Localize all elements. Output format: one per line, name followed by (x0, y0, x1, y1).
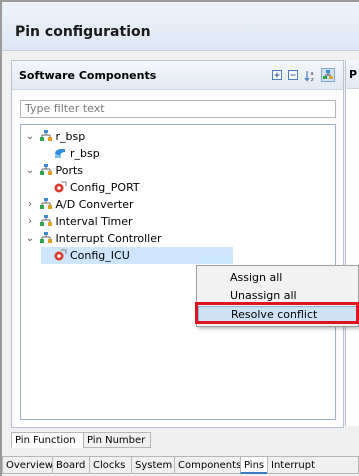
page-title: Pin configuration (15, 24, 151, 40)
config-icon (53, 248, 67, 262)
page-header: Pin configuration (2, 2, 359, 50)
filter-input[interactable]: Type filter text (20, 100, 336, 118)
tab-clocks[interactable]: Clocks (89, 456, 132, 474)
menu-item-assign-all[interactable]: Assign all (198, 269, 357, 287)
tree-item-label: r_bsp (55, 130, 86, 143)
tab-pins[interactable]: Pins (240, 456, 268, 474)
component-group-icon (39, 214, 53, 228)
panel-header: Software Components az (12, 61, 343, 90)
chevron-down-icon[interactable]: ⌄ (25, 230, 35, 247)
annotation-highlight-box (195, 302, 359, 324)
tab-overview[interactable]: Overview (2, 456, 53, 474)
right-panel-title: P (349, 68, 358, 81)
tree-item-label: Config_ICU (70, 249, 130, 262)
chevron-down-icon[interactable]: ⌄ (25, 128, 35, 145)
right-panel-header: P (346, 60, 359, 89)
tree-item-label: Ports (55, 164, 84, 177)
module-icon (53, 146, 67, 160)
tree-item-label: Interrupt Controller (55, 232, 162, 245)
tree-item-label: Config_PORT (70, 181, 140, 194)
tab-pin-number[interactable]: Pin Number (83, 432, 151, 448)
tree-item-label: Interval Timer (55, 215, 133, 228)
tab-components[interactable]: Components (174, 456, 241, 474)
sort-az-icon[interactable]: az (303, 68, 317, 83)
window-frame-left (0, 0, 2, 476)
pin-function-panel: P (345, 60, 359, 426)
tree-item-interrupt-controller[interactable]: ⌄ Interrupt Controller (25, 230, 162, 247)
collapse-all-icon[interactable] (286, 68, 300, 82)
tree-item-r-bsp-module[interactable]: r_bsp (53, 145, 100, 162)
component-group-icon (39, 163, 53, 177)
tree-item-ad-converter[interactable]: › A/D Converter (25, 196, 133, 213)
tree-item-ports-group[interactable]: ⌄ Ports (25, 162, 83, 179)
svg-text:z: z (311, 77, 314, 83)
tree-item-label: A/D Converter (55, 198, 134, 211)
software-components-panel: Software Components az Type filter text … (11, 60, 344, 428)
config-icon (53, 180, 67, 194)
chevron-right-icon[interactable]: › (25, 213, 35, 230)
component-group-icon (39, 231, 53, 245)
expand-all-icon[interactable] (270, 68, 284, 82)
panel-title: Software Components (19, 69, 157, 82)
component-view-icon[interactable] (321, 68, 335, 82)
tab-pin-function[interactable]: Pin Function (11, 432, 84, 448)
chevron-down-icon[interactable]: ⌄ (25, 162, 35, 179)
component-group-icon (39, 129, 53, 143)
tree-item-interval-timer[interactable]: › Interval Timer (25, 213, 133, 230)
tab-board[interactable]: Board (52, 456, 90, 474)
header-divider (2, 50, 359, 51)
tab-interrupt[interactable]: Interrupt (267, 456, 359, 474)
tree-item-label: r_bsp (70, 147, 100, 160)
tree-item-r-bsp-group[interactable]: ⌄ r_bsp (25, 128, 85, 145)
chevron-right-icon[interactable]: › (25, 196, 35, 213)
tree-item-config-icu[interactable]: Config_ICU (41, 247, 233, 264)
tree-item-config-port[interactable]: Config_PORT (53, 179, 140, 196)
component-group-icon (39, 197, 53, 211)
tab-system[interactable]: System (131, 456, 175, 474)
